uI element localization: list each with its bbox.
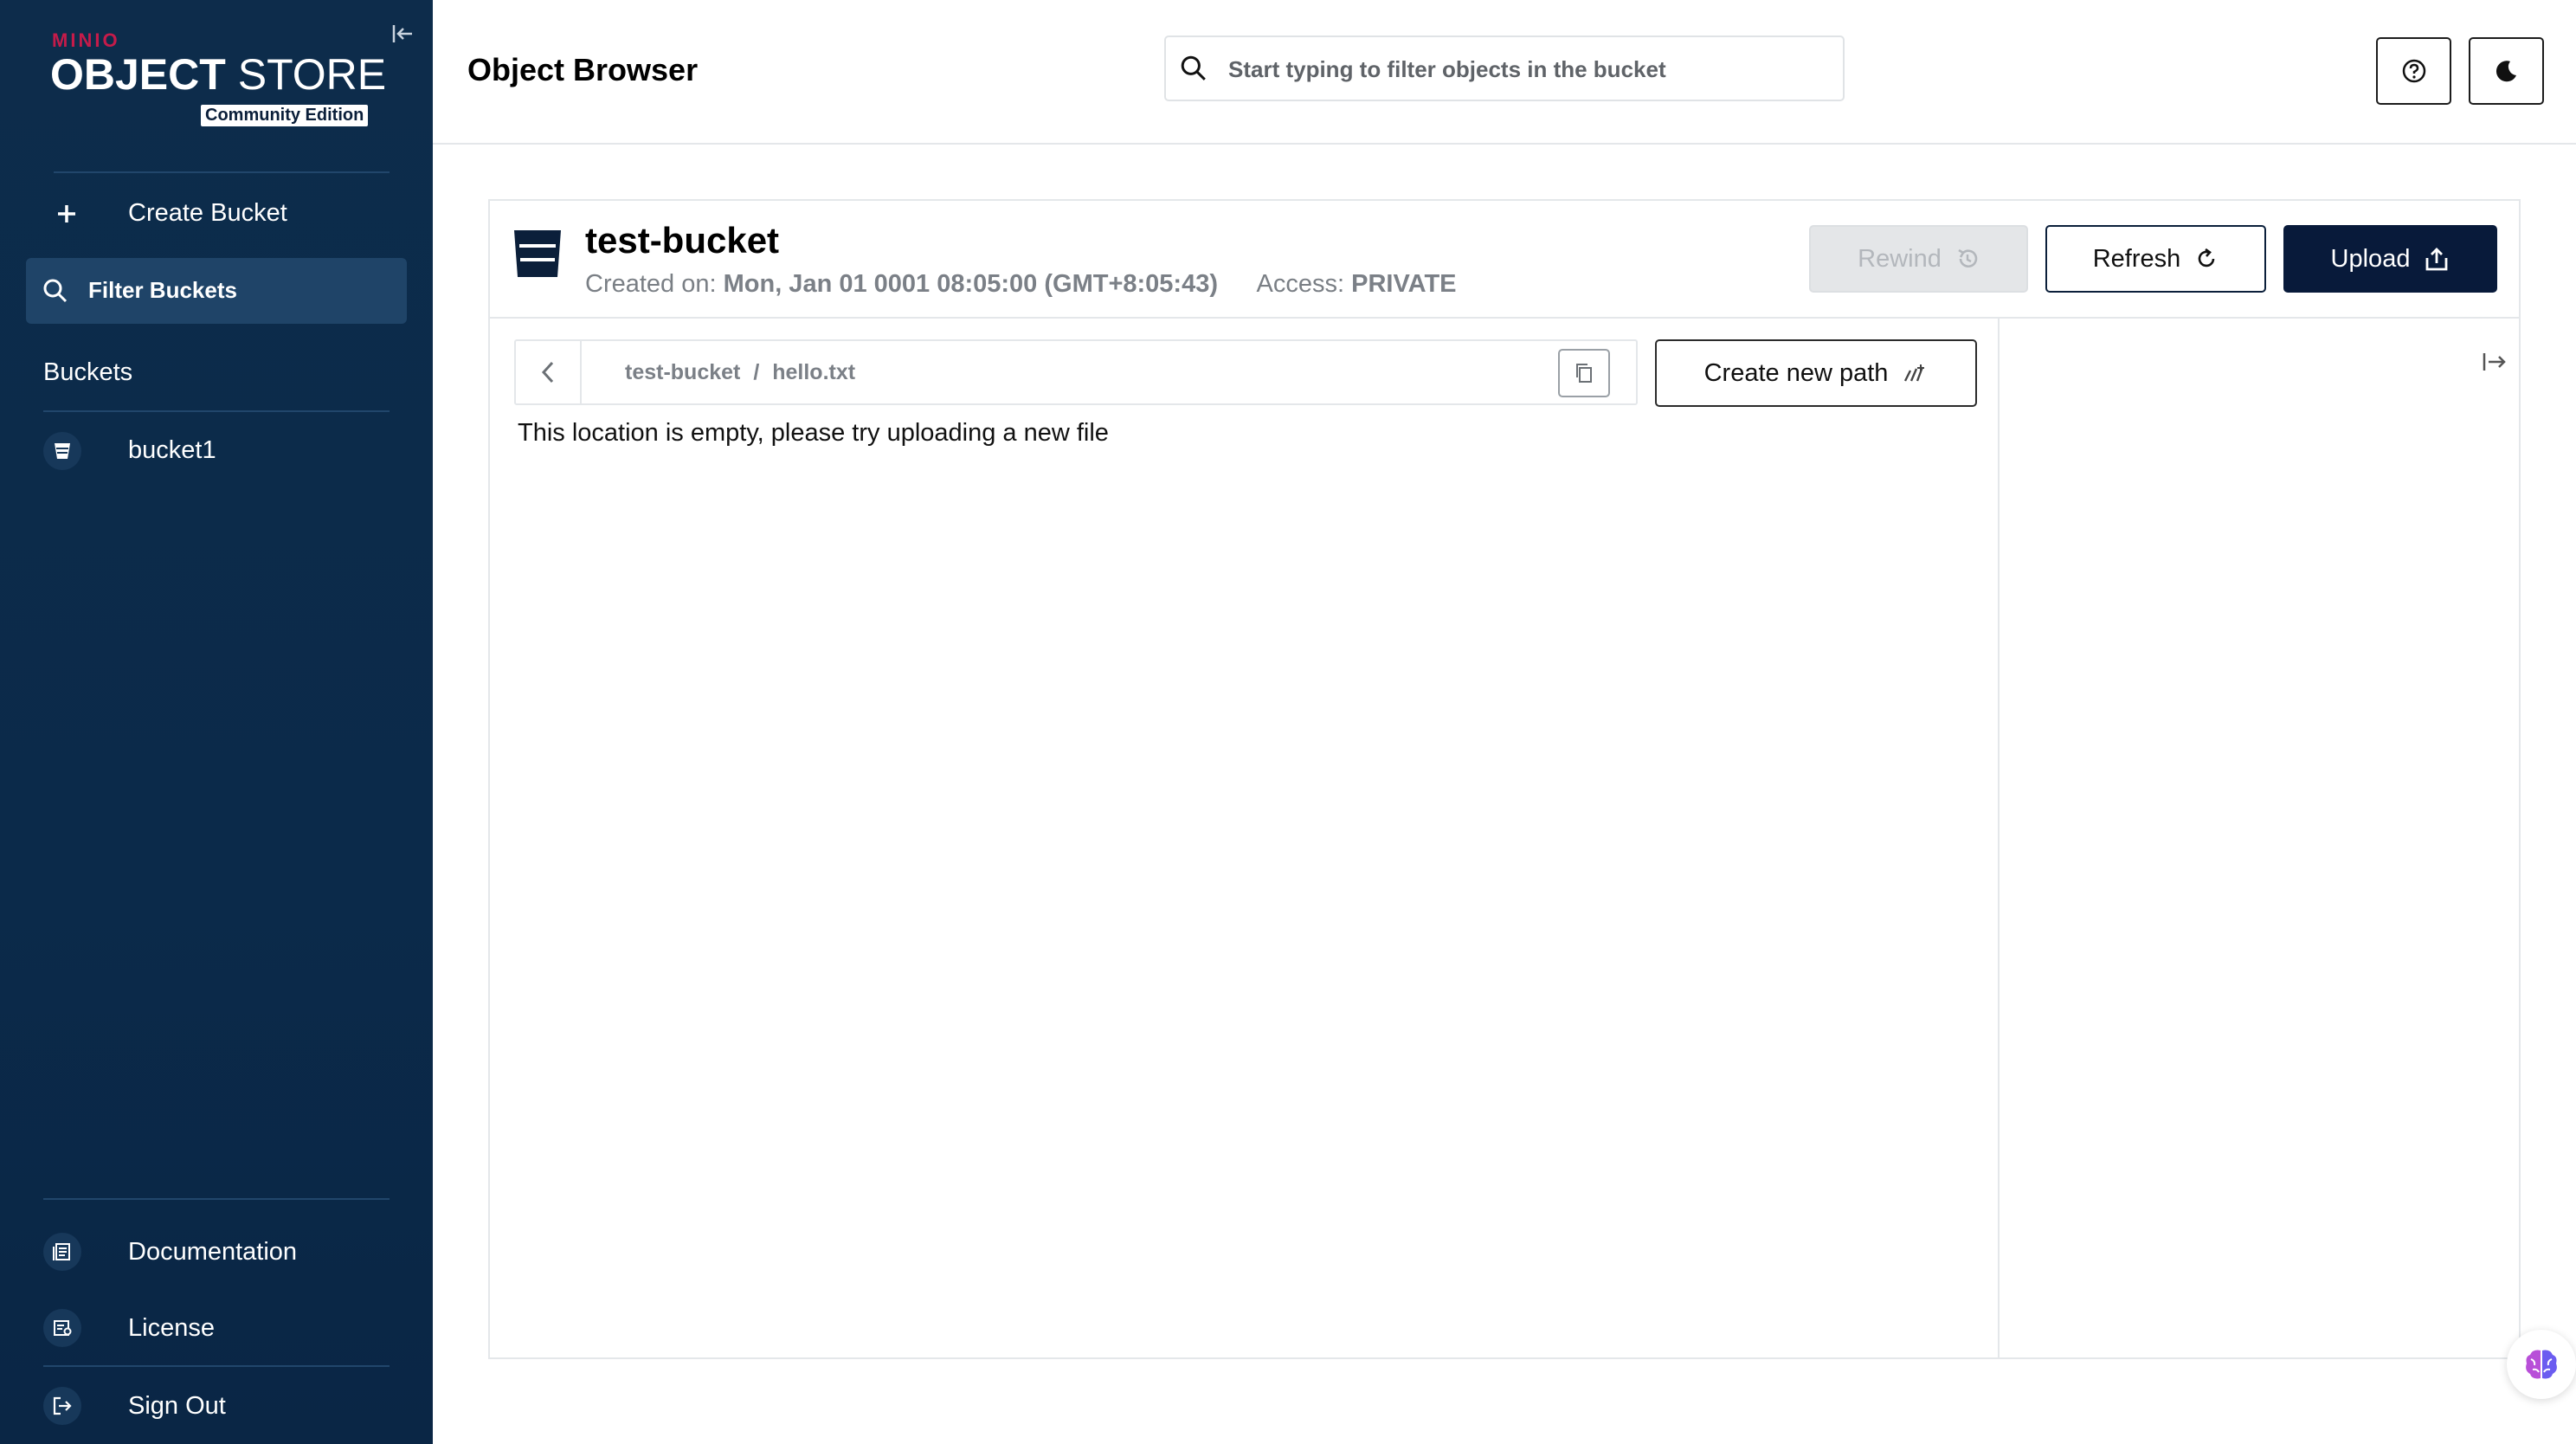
sidebar-item-label: License [128, 1314, 215, 1342]
sidebar-item-bucket1[interactable]: bucket1 [26, 428, 407, 476]
minio-logo: MINIO OBJECT STORE Community Edition [50, 24, 396, 137]
copy-path-button[interactable] [1558, 349, 1610, 397]
minio-wordmark: MINIO [52, 29, 120, 51]
refresh-icon [2198, 248, 2215, 268]
upload-button[interactable]: Upload [2283, 225, 2497, 293]
sign-out-button[interactable]: Sign Out [26, 1383, 407, 1428]
bucket-icon [512, 227, 563, 280]
footer-divider [43, 1198, 390, 1200]
plus-icon [52, 199, 81, 229]
details-pane-divider [1998, 319, 2000, 1357]
breadcrumb-file[interactable]: hello.txt [772, 360, 855, 384]
refresh-label: Refresh [2092, 244, 2181, 273]
sidebar-item-label: Documentation [128, 1238, 298, 1266]
help-button[interactable] [2376, 37, 2451, 105]
search-icon [40, 275, 71, 306]
help-icon [2402, 59, 2425, 83]
license-icon [43, 1309, 81, 1347]
assistant-button[interactable] [2507, 1330, 2576, 1399]
logo-store-text: STORE [237, 50, 387, 99]
search-placeholder: Start typing to filter objects in the bu… [1228, 56, 1666, 82]
sidebar-divider [54, 171, 390, 173]
expand-details-button[interactable] [2477, 345, 2512, 379]
created-value: Mon, Jan 01 0001 08:05:00 (GMT+8:05:43) [723, 270, 1218, 298]
chevron-left-icon [541, 361, 554, 384]
create-bucket-button[interactable]: Create Bucket [26, 190, 407, 235]
moon-icon [2496, 61, 2516, 82]
page-title: Object Browser [467, 52, 699, 87]
bucket-name: test-bucket [585, 220, 780, 261]
collapse-sidebar-button[interactable] [388, 19, 417, 48]
access-value: PRIVATE [1351, 270, 1457, 298]
logo-object-text: OBJECT [50, 50, 226, 99]
documentation-icon [43, 1233, 81, 1271]
brain-icon [2526, 1350, 2557, 1379]
collapse-left-icon [392, 25, 412, 42]
access-label: Access: [1256, 270, 1345, 298]
header-divider [433, 143, 2576, 145]
sidebar-item-license[interactable]: License [26, 1305, 407, 1351]
filter-buckets-placeholder: Filter Buckets [88, 277, 237, 303]
rewind-button[interactable]: Rewind [1809, 225, 2028, 293]
create-new-path-button[interactable]: Create new path [1655, 339, 1977, 407]
breadcrumb-bucket[interactable]: test-bucket [625, 360, 740, 384]
sidebar-item-label: bucket1 [128, 436, 216, 464]
rewind-label: Rewind [1858, 244, 1942, 273]
back-button[interactable] [516, 341, 582, 403]
sidebar: MINIO OBJECT STORE Community Edition Cre… [0, 0, 433, 1444]
sign-out-icon [43, 1387, 81, 1425]
search-icon [1180, 55, 1209, 84]
signout-divider [43, 1365, 390, 1367]
buckets-heading: Buckets [43, 358, 133, 386]
create-bucket-label: Create Bucket [128, 199, 287, 227]
object-search-input[interactable]: Start typing to filter objects in the bu… [1164, 35, 1845, 101]
panel-header-divider [490, 317, 2519, 319]
buckets-divider [43, 410, 390, 412]
empty-state-message: This location is empty, please try uploa… [518, 419, 1109, 447]
created-label: Created on: [585, 270, 717, 298]
breadcrumb: test-bucket / hello.txt [625, 360, 855, 385]
expand-right-icon [2483, 353, 2506, 371]
rewind-icon [1958, 248, 1978, 268]
upload-label: Upload [2330, 244, 2411, 273]
path-bar: test-bucket / hello.txt [514, 339, 1638, 405]
new-path-icon [1904, 364, 1925, 382]
community-edition-badge: Community Edition [201, 105, 369, 126]
bucket-item-icon [43, 432, 81, 470]
sidebar-item-label: Sign Out [128, 1392, 226, 1420]
filter-buckets-input[interactable]: Filter Buckets [26, 258, 407, 324]
breadcrumb-separator: / [753, 360, 760, 384]
refresh-button[interactable]: Refresh [2045, 225, 2266, 293]
upload-icon [2426, 248, 2448, 271]
dark-mode-toggle[interactable] [2469, 37, 2544, 105]
copy-icon [1576, 364, 1592, 383]
sidebar-item-documentation[interactable]: Documentation [26, 1229, 407, 1274]
bucket-meta: Created on: Mon, Jan 01 0001 08:05:00 (G… [585, 270, 1457, 299]
create-new-path-label: Create new path [1703, 358, 1889, 387]
